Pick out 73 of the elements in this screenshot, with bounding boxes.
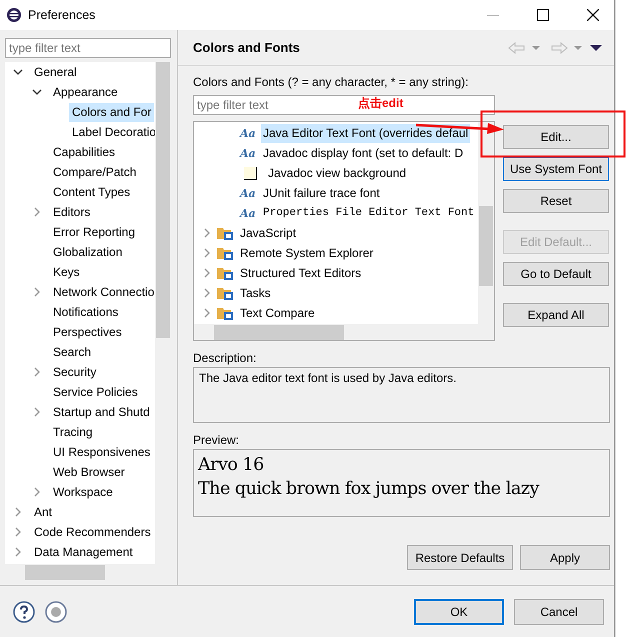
action-button[interactable]: Edit... (503, 125, 609, 149)
scrollbar[interactable] (478, 122, 494, 324)
scrollbar[interactable] (194, 324, 494, 340)
description-text: The Java editor text font is used by Java editors. (193, 367, 610, 423)
navigation-arrows-icon[interactable] (508, 42, 604, 54)
folder-icon (217, 286, 233, 300)
tree-item[interactable]: Remote System Explorer (238, 244, 376, 262)
tree-item[interactable]: Notifications (50, 302, 122, 322)
font-preview: Arvo 16 The quick brown fox jumps over the lazy (193, 449, 610, 517)
tree-item[interactable]: UI Responsivenes (50, 442, 154, 462)
tree-item[interactable]: Startup and Shutd (50, 402, 153, 422)
tree-item[interactable]: Appearance (50, 82, 121, 102)
filter-field[interactable]: type filter text (5, 38, 171, 58)
tree-item[interactable]: Label Decoratio (69, 122, 160, 142)
tree-item[interactable]: Text Compare (238, 304, 317, 322)
tree-item[interactable]: Content Types (50, 182, 134, 202)
tree-item[interactable]: Java Editor Text Font (overrides defaul (261, 124, 470, 142)
font-icon: Aa (240, 126, 258, 140)
tree-item[interactable]: Data Management (31, 542, 136, 562)
ok-button[interactable]: OK (414, 598, 504, 624)
tree-item[interactable]: Perspectives (50, 322, 125, 342)
tree-item[interactable]: Web Browser (50, 462, 128, 482)
description-label: Description: (193, 350, 258, 367)
tree-item[interactable]: JavaScript (238, 224, 298, 242)
tree-item[interactable]: Keys (50, 262, 83, 282)
tree-item[interactable]: Compare/Patch (50, 162, 140, 182)
chevron-icon[interactable] (32, 87, 42, 97)
tree-item[interactable]: General (31, 62, 80, 82)
tree-item[interactable]: Properties File Editor Text Font (261, 204, 476, 222)
tree-item[interactable]: JUnit failure trace font (261, 184, 382, 202)
window-title: Preferences (28, 8, 96, 22)
maximize-icon[interactable] (537, 9, 549, 21)
tree-item[interactable]: Ant (31, 502, 56, 522)
font-icon: Aa (240, 206, 258, 220)
tree-item[interactable]: Code Recommenders (31, 522, 154, 542)
tree-item[interactable]: Workspace (50, 482, 116, 502)
tree-item[interactable]: Editors (50, 202, 94, 222)
action-button[interactable]: Reset (503, 189, 609, 213)
app-icon (6, 7, 22, 23)
folder-icon (217, 306, 233, 320)
tree-item[interactable]: Structured Text Editors (238, 264, 364, 282)
scrollbar[interactable] (155, 62, 171, 564)
chevron-icon[interactable] (13, 67, 23, 77)
tree-item[interactable]: Error Reporting (50, 222, 138, 242)
action-button[interactable]: Go to Default (503, 262, 609, 286)
folder-icon (217, 246, 233, 260)
tree-item[interactable]: Network Connectio (50, 282, 158, 302)
tree-item[interactable]: Service Policies (50, 382, 141, 402)
tree-item[interactable]: Capabilities (50, 142, 118, 162)
font-icon: Aa (240, 186, 258, 200)
tree-item[interactable]: Colors and For (69, 102, 154, 122)
apply-button[interactable]: Apply (520, 545, 610, 570)
preview-label: Preview: (193, 432, 240, 449)
action-button[interactable]: Expand All (503, 303, 609, 327)
tree-item[interactable]: Search (50, 342, 94, 362)
tree-item[interactable]: Javadoc display font (set to default: D (261, 144, 466, 162)
help-icon[interactable] (13, 600, 35, 622)
tree-item[interactable]: Globalization (50, 242, 126, 262)
tree-item[interactable]: Tasks (238, 284, 273, 302)
folder-icon (217, 266, 233, 280)
record-icon[interactable] (45, 600, 67, 622)
filter-label: Colors and Fonts (? = any character, * = any string): (193, 74, 470, 91)
tree-item[interactable]: Javadoc view background (266, 164, 408, 182)
tree-item[interactable]: Security (50, 362, 100, 382)
restore-defaults-button[interactable]: Restore Defaults (407, 545, 513, 570)
cancel-button[interactable]: Cancel (514, 598, 604, 624)
tree-item[interactable]: Tracing (50, 422, 96, 442)
action-button[interactable]: Use System Font (503, 157, 609, 181)
close-icon[interactable] (587, 9, 599, 21)
font-icon: Aa (240, 146, 258, 160)
folder-icon (217, 226, 233, 240)
page-title: Colors and Fonts (193, 40, 300, 55)
annotation-text: 点击edit (358, 95, 404, 112)
